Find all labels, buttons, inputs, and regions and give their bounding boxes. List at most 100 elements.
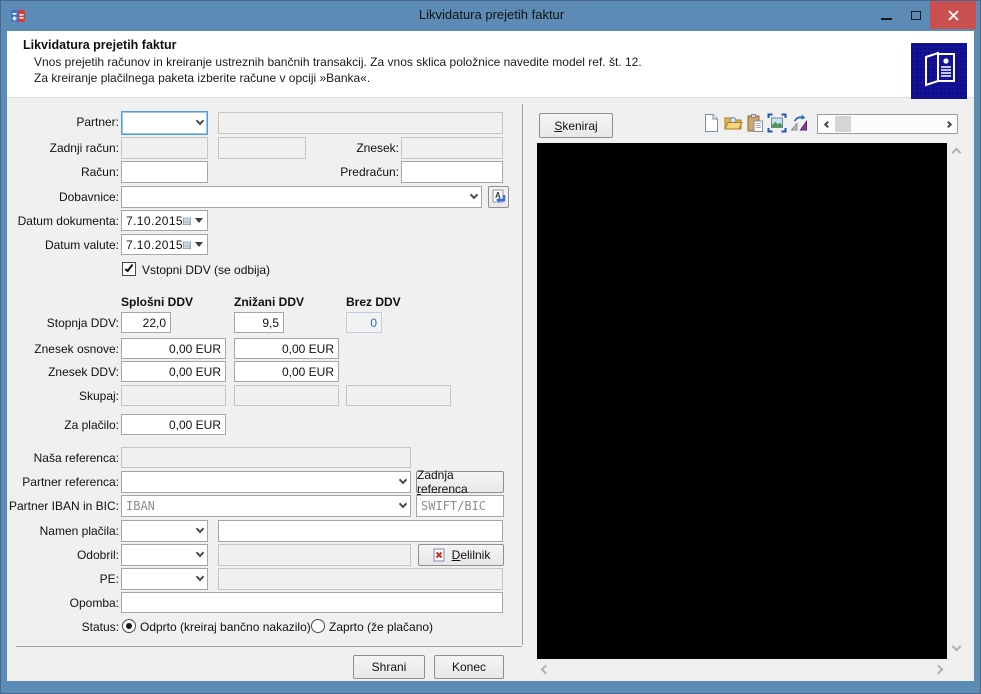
new-document-icon[interactable] bbox=[701, 113, 721, 133]
window-title: Likvidatura prejetih faktur bbox=[1, 7, 981, 22]
partner-iban-label: Partner IBAN in BIC: bbox=[5, 499, 119, 513]
status-zaprto-label[interactable]: Zaprto (že plačano) bbox=[329, 620, 433, 634]
maximize-icon bbox=[911, 11, 921, 20]
status-odprto-label[interactable]: Odprto (kreiraj bančno nakazilo) bbox=[140, 620, 311, 634]
stopnja-znizani-input[interactable] bbox=[234, 312, 284, 333]
minimize-button[interactable] bbox=[872, 1, 901, 29]
paste-icon[interactable] bbox=[745, 113, 765, 133]
chevron-left-icon bbox=[823, 120, 830, 127]
rotate-icon[interactable] bbox=[789, 113, 809, 133]
skeniraj-button[interactable]: Skeniraj bbox=[539, 113, 613, 138]
chevron-down-icon bbox=[470, 191, 478, 199]
minimize-icon bbox=[881, 18, 892, 20]
osnova-znizani-input[interactable] bbox=[234, 338, 339, 359]
delilnik-label: Delilnik bbox=[452, 548, 491, 562]
preview-scroll-up-arrow[interactable] bbox=[952, 148, 962, 158]
shrani-label: Shrani bbox=[372, 660, 407, 674]
pe-label: PE: bbox=[5, 572, 119, 586]
preview-top-scrollbar[interactable] bbox=[817, 114, 958, 134]
shrani-button[interactable]: Shrani bbox=[353, 655, 425, 679]
zadnja-referenca-label: Zadnja referenca bbox=[417, 468, 503, 496]
iban-placeholder: IBAN bbox=[126, 499, 400, 513]
dropdown-arrow-icon bbox=[195, 242, 203, 247]
pe-combobox[interactable] bbox=[121, 568, 208, 590]
stopnja-splosni-input[interactable] bbox=[121, 312, 171, 333]
datum-dokumenta-datepicker[interactable]: 7.10.2015 bbox=[121, 210, 208, 231]
fit-image-icon[interactable] bbox=[767, 113, 787, 133]
vstopni-ddv-checkbox[interactable] bbox=[122, 262, 136, 276]
ddv-splosni-input[interactable] bbox=[121, 361, 226, 382]
autofill-icon: A bbox=[491, 189, 507, 205]
swift-bic-input[interactable] bbox=[416, 495, 504, 517]
konec-button[interactable]: Konec bbox=[434, 655, 504, 679]
datum-dokumenta-value: 7.10.2015 bbox=[126, 214, 183, 228]
partner-referenca-label: Partner referenca: bbox=[5, 475, 119, 489]
odobril-combobox[interactable] bbox=[121, 544, 208, 566]
skupaj-label: Skupaj: bbox=[5, 389, 119, 403]
scroll-left-arrow[interactable] bbox=[818, 122, 834, 127]
znesek-field bbox=[401, 137, 503, 159]
skupaj-splosni-field bbox=[121, 385, 226, 406]
zadnja-referenca-button[interactable]: Zadnja referenca bbox=[416, 471, 504, 493]
iban-combobox[interactable]: IBAN bbox=[121, 495, 411, 517]
chevron-down-icon bbox=[399, 476, 407, 484]
nasa-referenca-label: Naša referenca: bbox=[5, 451, 119, 465]
open-image-icon[interactable] bbox=[723, 113, 743, 133]
dobavnice-combobox[interactable] bbox=[121, 186, 482, 208]
radio-dot-icon bbox=[126, 623, 132, 629]
document-delete-icon bbox=[432, 548, 446, 562]
opomba-input[interactable] bbox=[121, 592, 503, 613]
za-placilo-label: Za plačilo: bbox=[5, 418, 119, 432]
scrollbar-thumb[interactable] bbox=[835, 116, 851, 132]
status-zaprto-radio[interactable] bbox=[311, 619, 325, 633]
skupaj-znizani-field bbox=[234, 385, 339, 406]
window-controls bbox=[872, 1, 976, 29]
osnova-splosni-input[interactable] bbox=[121, 338, 226, 359]
predracun-input[interactable] bbox=[401, 161, 503, 183]
column-brez-ddv: Brez DDV bbox=[346, 295, 401, 309]
app-window: Likvidatura prejetih faktur Likvidatura … bbox=[0, 0, 981, 694]
dropdown-arrow-icon bbox=[195, 218, 203, 223]
stopnja-brez-field bbox=[346, 312, 382, 333]
titlebar: Likvidatura prejetih faktur bbox=[1, 1, 981, 31]
za-placilo-input[interactable] bbox=[121, 414, 226, 435]
header-description-line2: Za kreiranje plačilnega paketa izberite … bbox=[34, 71, 370, 85]
dialog-content: Likvidatura prejetih faktur Vnos prejeti… bbox=[7, 31, 974, 681]
partner-name-field bbox=[218, 112, 503, 134]
partner-combobox[interactable] bbox=[121, 111, 208, 135]
znesek-ddv-label: Znesek DDV: bbox=[5, 365, 119, 379]
datum-valute-datepicker[interactable]: 7.10.2015 bbox=[121, 234, 208, 255]
partner-label: Partner: bbox=[5, 115, 119, 129]
close-icon bbox=[948, 10, 959, 21]
maximize-button[interactable] bbox=[901, 1, 930, 29]
status-label: Status: bbox=[5, 620, 119, 634]
column-znizani-ddv: Znižani DDV bbox=[234, 295, 304, 309]
nasa-referenca-field bbox=[121, 447, 411, 468]
preview-scroll-left-arrow[interactable] bbox=[541, 665, 551, 675]
namen-placila-input[interactable] bbox=[218, 520, 503, 542]
dialog-header: Likvidatura prejetih faktur Vnos prejeti… bbox=[7, 31, 974, 98]
datum-valute-value: 7.10.2015 bbox=[126, 238, 183, 252]
namen-placila-combobox[interactable] bbox=[121, 520, 208, 542]
chevron-down-icon bbox=[196, 117, 204, 125]
scroll-right-arrow[interactable] bbox=[941, 122, 957, 127]
dobavnice-label: Dobavnice: bbox=[5, 190, 119, 204]
namen-placila-label: Namen plačila: bbox=[5, 524, 119, 538]
chevron-down-icon bbox=[196, 549, 204, 557]
skeniraj-label: Skeniraj bbox=[554, 119, 597, 133]
zadnji-racun-field bbox=[121, 137, 208, 159]
preview-scroll-down-arrow[interactable] bbox=[952, 642, 962, 652]
znesek-osnove-label: Znesek osnove: bbox=[5, 342, 119, 356]
page-title: Likvidatura prejetih faktur bbox=[23, 38, 177, 52]
chevron-down-icon bbox=[196, 573, 204, 581]
vstopni-ddv-label[interactable]: Vstopni DDV (se odbija) bbox=[142, 263, 270, 277]
close-button[interactable] bbox=[930, 1, 976, 29]
dobavnice-autofill-button[interactable]: A bbox=[488, 186, 509, 208]
predracun-label: Predračun: bbox=[285, 165, 399, 179]
status-odprto-radio[interactable] bbox=[122, 619, 136, 633]
ddv-znizani-input[interactable] bbox=[234, 361, 339, 382]
racun-input[interactable] bbox=[121, 161, 208, 183]
preview-scroll-right-arrow[interactable] bbox=[934, 665, 944, 675]
partner-referenca-combobox[interactable] bbox=[121, 471, 411, 493]
delilnik-button[interactable]: Delilnik bbox=[418, 544, 504, 566]
